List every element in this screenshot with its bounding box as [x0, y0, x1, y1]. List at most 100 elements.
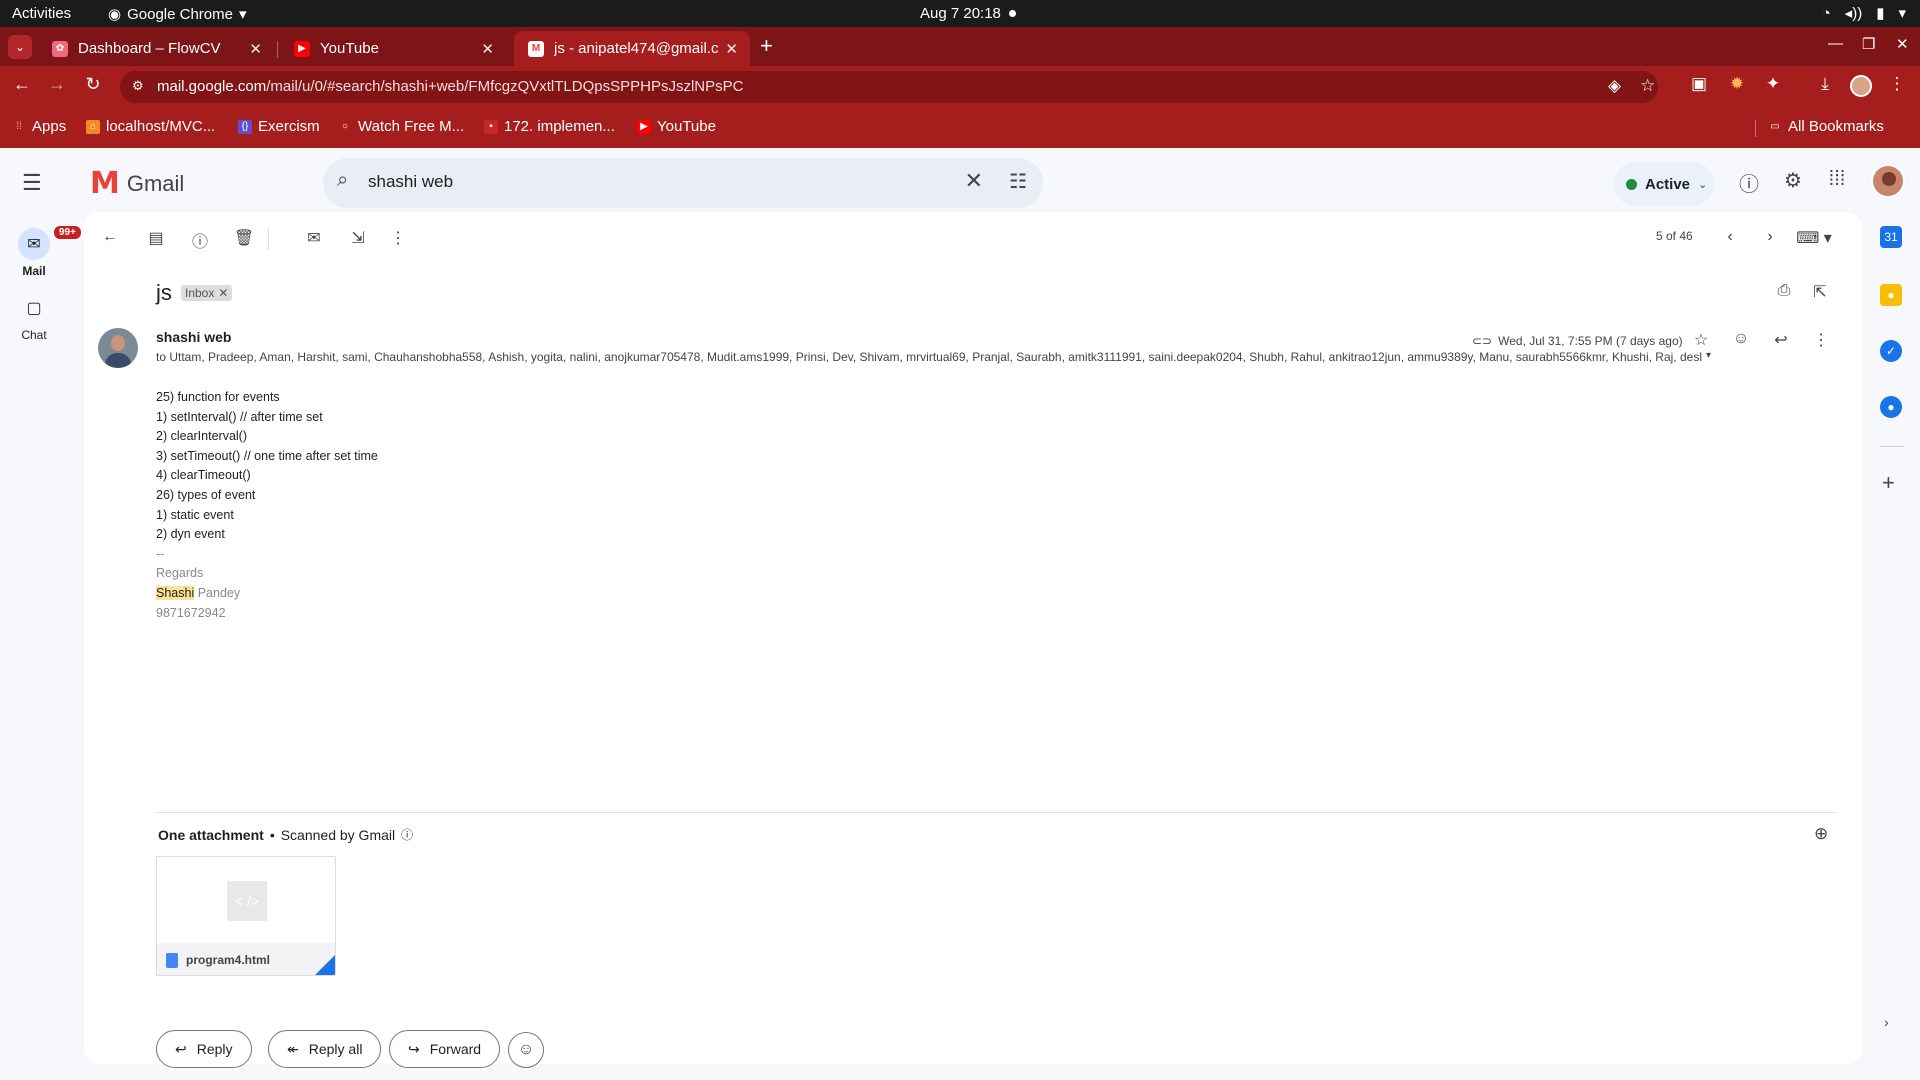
minimize-icon[interactable]: — — [1828, 35, 1843, 52]
tab-search-button[interactable]: ⌄ — [8, 35, 32, 59]
get-addons-plus-icon[interactable]: + — [1882, 470, 1895, 496]
new-tab-button[interactable]: + — [760, 33, 773, 59]
bookmark-exercism[interactable]: {} Exercism — [238, 118, 320, 135]
more-vert-icon[interactable]: ⋮ — [1810, 330, 1832, 350]
extension-b-icon[interactable]: ▣ — [1688, 74, 1710, 94]
browser-toolbar: ← → ↻ ⚙ mail.google.com/mail/u/0/#search… — [0, 66, 1920, 108]
back-to-search-icon[interactable]: ← — [98, 228, 122, 246]
reload-icon[interactable]: ↻ — [80, 74, 106, 95]
bookmark-apps[interactable]: ⁞⁞ Apps — [12, 118, 66, 135]
search-bar[interactable]: ⌕ shashi web ✕ ☷ — [323, 158, 1043, 208]
address-bar[interactable]: ⚙ mail.google.com/mail/u/0/#search/shash… — [120, 71, 1658, 103]
profile-avatar[interactable] — [1850, 75, 1872, 97]
forward-label: Forward — [429, 1041, 482, 1057]
emoji-react-icon[interactable]: ☺ — [1730, 330, 1752, 348]
attachment-filename-bar: program4.html — [157, 943, 335, 975]
settings-gear-icon[interactable]: ⚙ — [1780, 168, 1806, 193]
app-menu-label: Google Chrome — [127, 5, 233, 23]
heading-separator: • — [269, 826, 275, 843]
move-to-icon[interactable]: ⇲ — [346, 228, 370, 248]
restore-icon[interactable]: ❐ — [1862, 35, 1875, 53]
emoji-reaction-button[interactable]: ☺ — [508, 1032, 544, 1068]
message-panel: ← ▤ ⓘ 🗑 ✉ ⇲ ⋮ 5 of 46 ‹ › ⌨ ▾ js Inbox ✕… — [84, 212, 1862, 1068]
print-icon[interactable]: ⎙ — [1772, 282, 1796, 300]
search-input[interactable]: shashi web — [368, 172, 453, 192]
older-chevron-icon[interactable]: › — [1758, 228, 1782, 246]
system-tray[interactable]: ◔ ◂)) ▮ ▾ — [1822, 4, 1906, 23]
contacts-icon[interactable]: ● — [1880, 396, 1902, 418]
bookmark-172[interactable]: ▪ 172. implemen... — [484, 118, 615, 135]
remove-label-icon[interactable]: ✕ — [218, 286, 228, 300]
back-icon[interactable]: ← — [9, 74, 35, 95]
forward-button[interactable]: ↪ Forward — [389, 1030, 501, 1068]
search-icon[interactable]: ⌕ — [337, 169, 348, 192]
app-menu[interactable]: ◉ Google Chrome ▾ — [108, 5, 247, 24]
rail-chat[interactable]: ▢ Chat — [0, 292, 68, 342]
activities-button[interactable]: Activities — [12, 5, 71, 22]
bookmark-youtube[interactable]: ▶ YouTube — [637, 118, 716, 135]
signature-name: Shashi Pandey — [156, 584, 378, 604]
close-icon[interactable]: ✕ — [249, 40, 262, 58]
open-new-window-icon[interactable]: ⇱ — [1808, 282, 1832, 302]
sender-avatar[interactable] — [98, 328, 138, 368]
clock[interactable]: Aug 7 20:18 — [920, 5, 1016, 22]
account-avatar[interactable] — [1871, 164, 1905, 198]
sender-name[interactable]: shashi web — [156, 329, 231, 345]
attachment-card[interactable]: < /> program4.html — [156, 856, 336, 976]
calendar-icon[interactable]: 31 — [1880, 226, 1902, 248]
delete-icon[interactable]: 🗑 — [232, 228, 256, 248]
close-window-icon[interactable]: ✕ — [1896, 35, 1909, 53]
reply-button[interactable]: ↩ Reply — [156, 1030, 252, 1068]
forward-icon[interactable]: → — [44, 74, 70, 95]
more-vert-icon[interactable]: ⋮ — [1886, 74, 1908, 94]
rail-mail[interactable]: ✉ 99+ Mail — [0, 224, 83, 278]
clear-search-icon[interactable]: ✕ — [965, 168, 983, 194]
add-to-drive-icon[interactable]: ⊕ — [1814, 824, 1828, 844]
reply-all-button[interactable]: ↞ Reply all — [268, 1030, 382, 1068]
close-icon[interactable]: ✕ — [481, 40, 494, 58]
report-spam-icon[interactable]: ⓘ — [188, 228, 212, 252]
tab-title: YouTube — [320, 40, 379, 57]
bookmark-localhost[interactable]: ⌂ localhost/MVC... — [86, 118, 215, 135]
eye-off-icon[interactable]: ◈ — [1608, 76, 1621, 96]
search-options-icon[interactable]: ☷ — [1009, 169, 1027, 194]
star-icon[interactable]: ☆ — [1640, 76, 1655, 96]
more-vert-icon[interactable]: ⋮ — [386, 228, 410, 248]
tab-flowcv[interactable]: ✿ Dashboard – FlowCV ✕ — [38, 31, 274, 66]
help-icon[interactable]: ⓘ — [1736, 168, 1762, 197]
bookmark-label: localhost/MVC... — [106, 118, 216, 135]
code-file-thumbnail: < /> — [227, 881, 267, 921]
body-line: 1) static event — [156, 507, 234, 522]
bookmark-label: Watch Free M... — [358, 118, 465, 135]
gmail-logo[interactable]: M Gmail — [90, 166, 184, 201]
input-tools-icon[interactable]: ⌨ ▾ — [1794, 228, 1834, 248]
bookmark-watch-free[interactable]: ○ Watch Free M... — [338, 118, 464, 135]
tab-youtube[interactable]: ▶ YouTube ✕ — [280, 31, 506, 66]
document-icon — [166, 952, 178, 968]
status-active-button[interactable]: Active ⌄ — [1614, 162, 1714, 206]
site-info-icon[interactable]: ⚙ — [132, 78, 144, 94]
info-icon[interactable]: ⓘ — [401, 826, 413, 843]
tasks-icon[interactable]: ✓ — [1880, 340, 1902, 362]
main-menu-icon[interactable]: ☰ — [22, 170, 42, 196]
search-highlight: Shashi — [156, 585, 195, 600]
circle-icon: ○ — [341, 121, 349, 132]
reply-icon[interactable]: ↩ — [1770, 330, 1792, 350]
extensions-puzzle-icon[interactable]: ✦ — [1762, 74, 1784, 94]
message-date: ⊂⊃ Wed, Jul 31, 7:55 PM (7 days ago) — [1472, 334, 1683, 348]
close-icon[interactable]: ✕ — [725, 40, 738, 58]
star-icon[interactable]: ☆ — [1690, 330, 1712, 350]
apps-grid-icon[interactable]: ⁞⁞⁞ — [1824, 168, 1850, 191]
newer-chevron-icon[interactable]: ‹ — [1718, 228, 1742, 246]
youtube-icon: ▶ — [294, 40, 310, 57]
archive-icon[interactable]: ▤ — [144, 228, 168, 248]
mark-unread-icon[interactable]: ✉ — [302, 228, 326, 248]
show-details-caret-icon[interactable]: ▾ — [1706, 350, 1711, 361]
tab-gmail-active[interactable]: M js - anipatel474@gmail.c ✕ — [514, 31, 750, 66]
inbox-label-chip[interactable]: Inbox ✕ — [181, 285, 233, 301]
all-bookmarks-button[interactable]: ▭ All Bookmarks — [1768, 118, 1884, 135]
expand-panel-chevron-icon[interactable]: › — [1884, 1014, 1889, 1030]
keep-icon[interactable]: ● — [1880, 284, 1902, 306]
download-icon[interactable]: ⤓ — [1814, 74, 1836, 94]
extension-fire-icon[interactable]: ✹ — [1726, 74, 1748, 94]
